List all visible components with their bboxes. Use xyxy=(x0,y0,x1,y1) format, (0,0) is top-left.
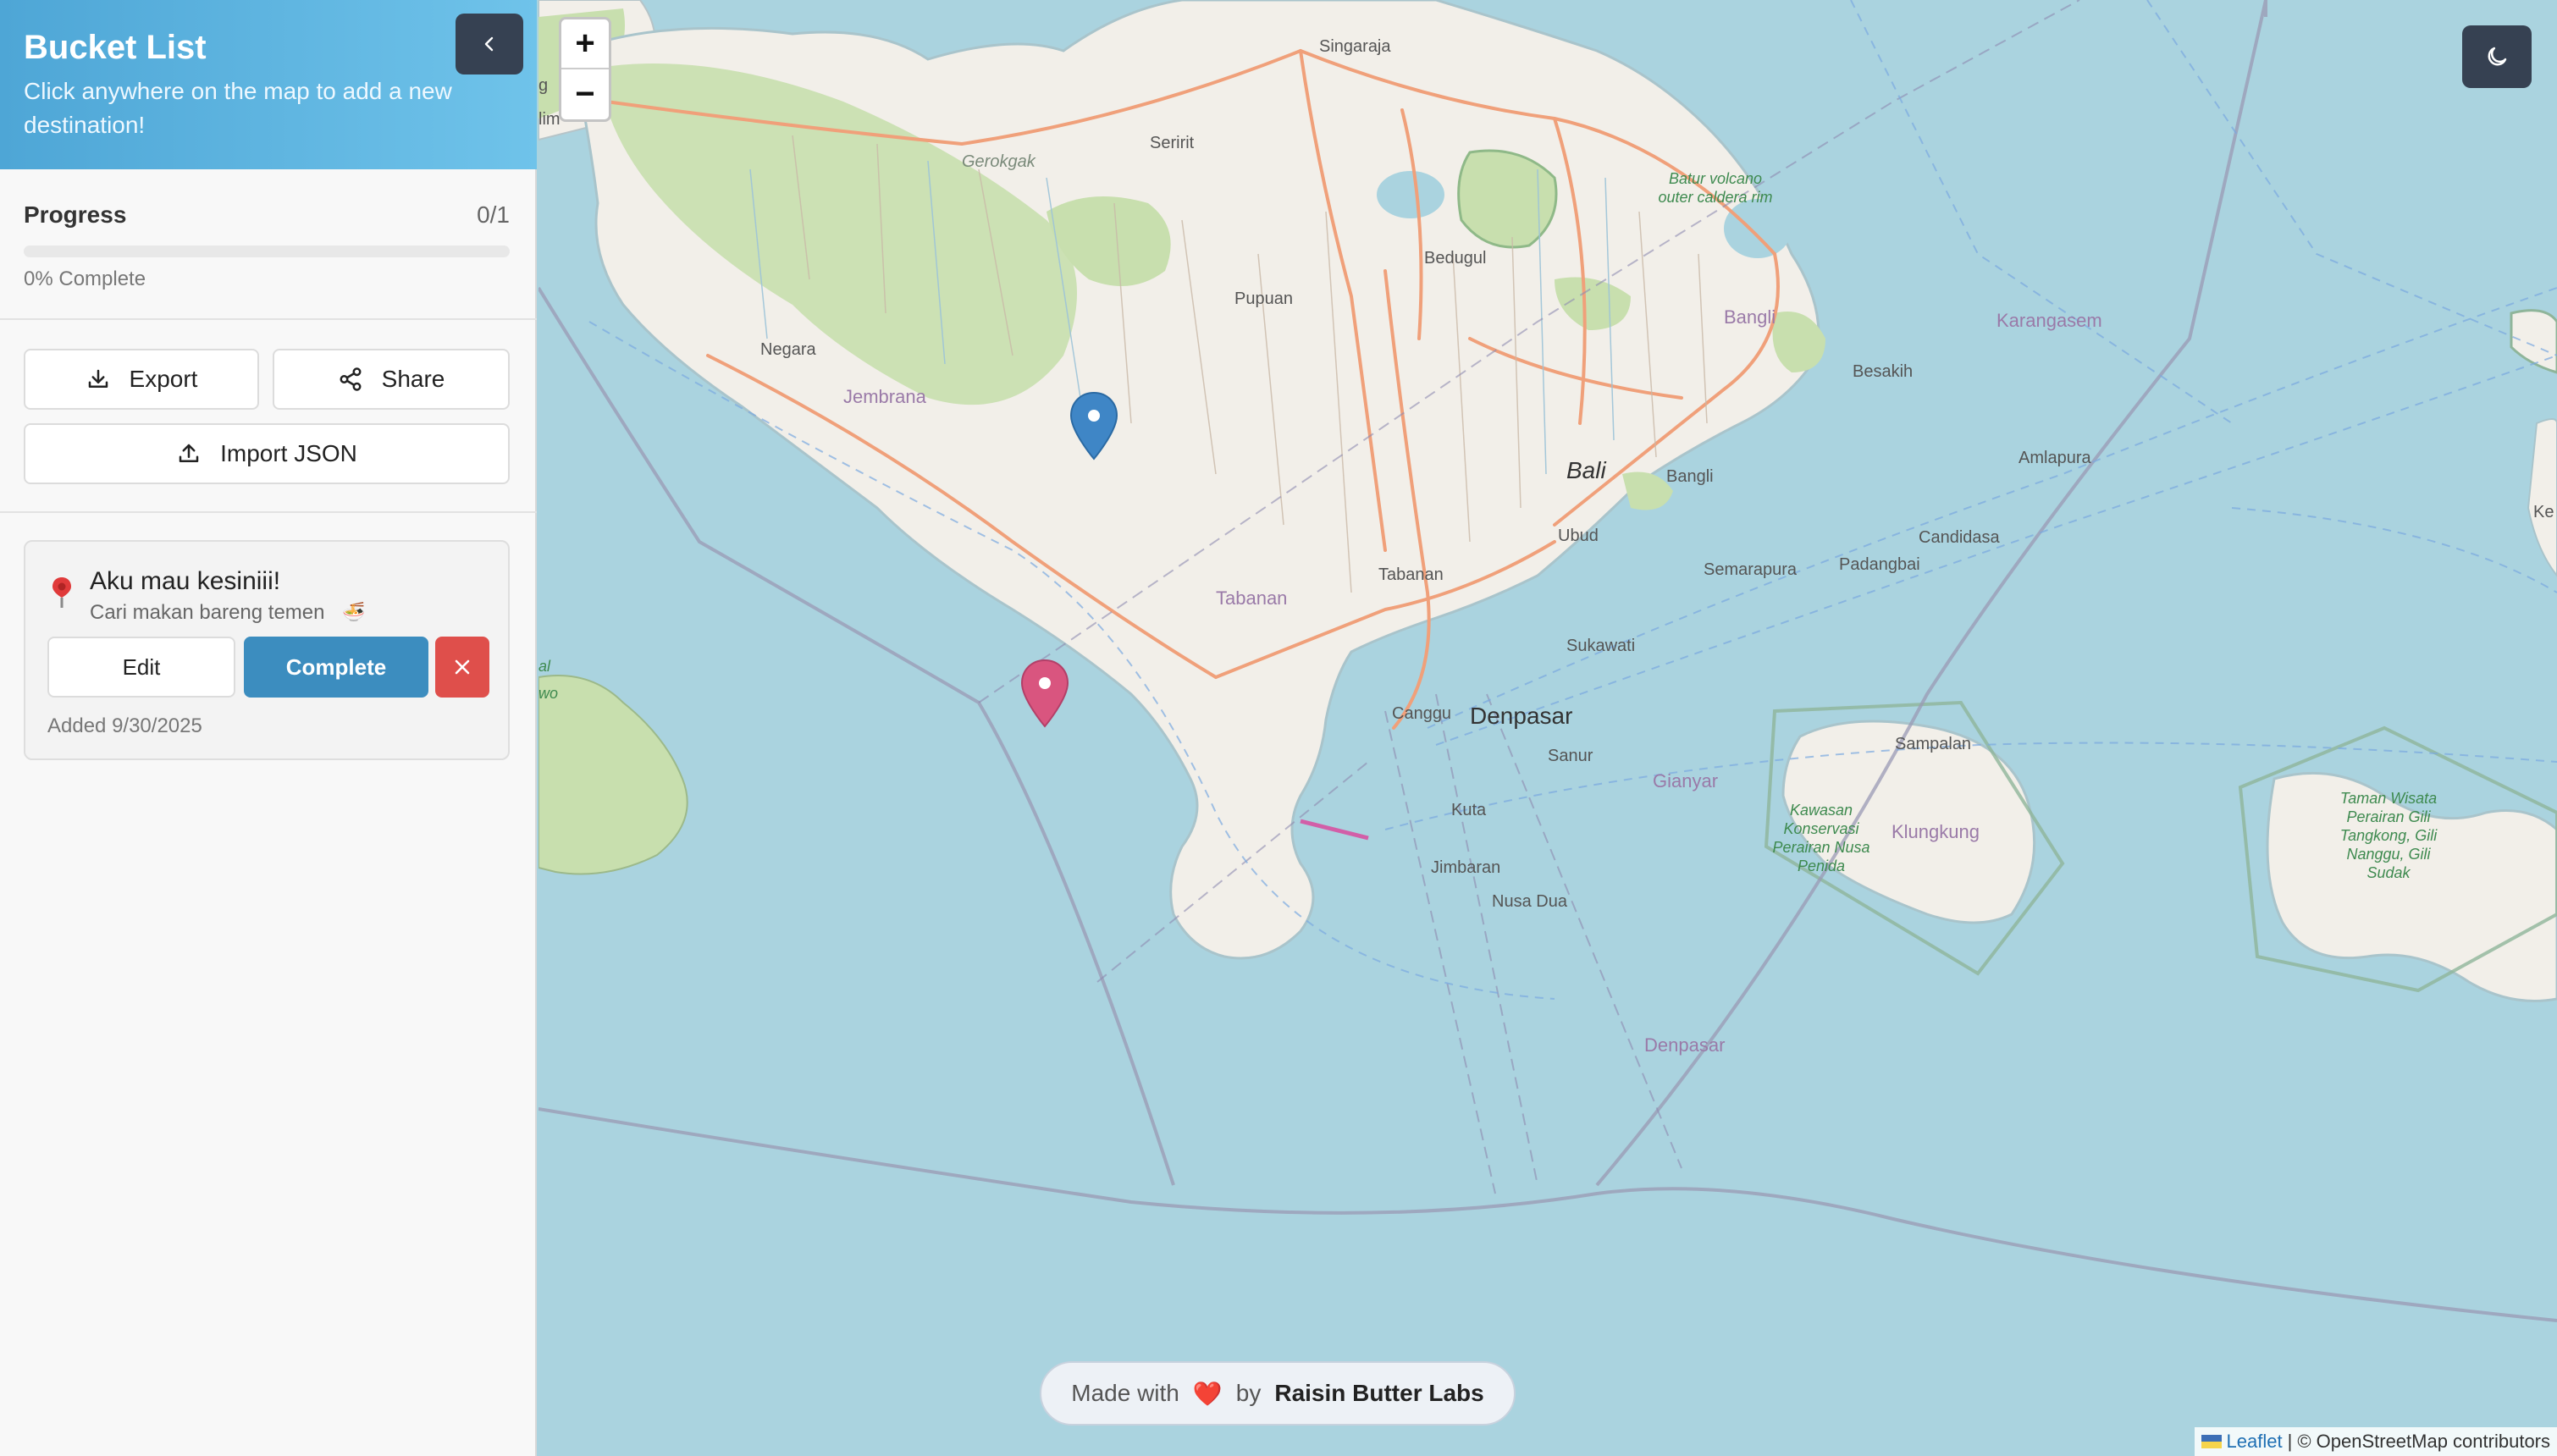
import-json-label: Import JSON xyxy=(220,440,357,466)
export-button[interactable]: Export xyxy=(24,349,259,410)
map-label-sampalan: Sampalan xyxy=(1895,735,1972,753)
map-label-gianyar: Gianyar xyxy=(1653,770,1719,791)
map-label-left-edge-3: al xyxy=(538,658,551,675)
app-title: Bucket List xyxy=(24,29,207,66)
progress-percent: 0% Complete xyxy=(24,267,146,290)
complete-button[interactable]: Complete xyxy=(244,637,428,698)
map-label-bangli-region: Bangli xyxy=(1724,306,1776,328)
map-label-denpasar-sea: Denpasar xyxy=(1644,1034,1726,1056)
zoom-out-button[interactable]: − xyxy=(561,69,609,119)
map-label-sanur: Sanur xyxy=(1548,747,1593,765)
map-label-denpasar: Denpasar xyxy=(1470,703,1573,729)
app-subtitle: Click anywhere on the map to add a new d… xyxy=(24,78,452,138)
map-label-bangli-town: Bangli xyxy=(1666,467,1714,486)
progress-bar xyxy=(24,245,510,257)
credit-prefix: Made with xyxy=(1071,1380,1179,1406)
export-label: Export xyxy=(129,366,198,392)
brand-link[interactable]: Raisin Butter Labs xyxy=(1274,1380,1483,1407)
progress-label: Progress xyxy=(24,201,127,228)
location-pin-icon xyxy=(52,577,71,608)
share-icon xyxy=(340,367,362,391)
ukraine-flag-icon xyxy=(2201,1435,2222,1448)
destination-title: Aku mau kesiniii! xyxy=(90,567,281,595)
map-label-ubud: Ubud xyxy=(1558,527,1599,545)
share-button[interactable]: Share xyxy=(273,349,510,410)
map-label-pupuan: Pupuan xyxy=(1234,290,1293,308)
upload-icon xyxy=(179,444,199,462)
map-label-besakih: Besakih xyxy=(1853,362,1914,381)
import-json-button[interactable]: Import JSON xyxy=(24,423,510,484)
food-emoji-icon: 🍜 xyxy=(342,601,366,622)
map-label-tabanan-region: Tabanan xyxy=(1216,587,1288,609)
map-label-seririt: Seririt xyxy=(1150,134,1195,152)
chevron-left-icon xyxy=(484,36,494,52)
map-label-kuta: Kuta xyxy=(1451,801,1487,819)
progress-section: Progress 0/1 0% Complete xyxy=(0,169,537,320)
edit-button[interactable]: Edit xyxy=(47,637,235,698)
map-label-canggu: Canggu xyxy=(1392,704,1452,723)
map-label-gerokgak: Gerokgak xyxy=(962,152,1036,171)
map-label-right-edge-1: Ke xyxy=(2533,503,2554,521)
credit-by: by xyxy=(1235,1380,1262,1406)
map-label-klungkung: Klungkung xyxy=(1892,821,1980,842)
destination-card[interactable]: Aku mau kesiniii! Cari makan bareng teme… xyxy=(24,540,510,760)
map-label-padangbai: Padangbai xyxy=(1839,555,1920,574)
zoom-control: + − xyxy=(559,17,611,122)
delete-button[interactable] xyxy=(435,637,489,698)
sidebar: Bucket List Click anywhere on the map to… xyxy=(0,0,537,1456)
made-with-credit[interactable]: Made with ❤️ by Raisin Butter Labs xyxy=(1040,1361,1516,1426)
map-label-nusa-dua: Nusa Dua xyxy=(1492,892,1567,911)
destination-added-date: Added 9/30/2025 xyxy=(47,714,202,737)
zoom-in-button[interactable]: + xyxy=(561,19,609,69)
map-label-bali: Bali xyxy=(1566,457,1606,483)
map-label-batur: Batur volcano outer caldera rim xyxy=(1658,170,1773,206)
download-icon xyxy=(88,369,108,388)
map-label-candidasa: Candidasa xyxy=(1919,528,2000,547)
moon-icon xyxy=(2488,47,2507,66)
destination-description: Cari makan bareng temen xyxy=(90,601,325,624)
map-label-jimbaran: Jimbaran xyxy=(1431,858,1501,877)
map[interactable]: Singaraja Seririt Gerokgak Bedugul Pupua… xyxy=(538,0,2557,1456)
map-label-left-edge-4: wo xyxy=(538,685,559,702)
collapse-sidebar-button[interactable] xyxy=(456,14,523,74)
map-label-singaraja: Singaraja xyxy=(1319,37,1391,56)
map-label-karangasem: Karangasem xyxy=(1996,310,2102,331)
share-label: Share xyxy=(381,366,445,392)
map-label-semarapura: Semarapura xyxy=(1704,560,1798,579)
map-label-left-edge-1: g xyxy=(538,76,549,95)
heart-icon: ❤️ xyxy=(1192,1380,1223,1407)
map-label-taman: Taman Wisata Perairan Gili Tangkong, Gil… xyxy=(2339,790,2438,881)
attribution-separator: | xyxy=(2287,1431,2293,1452)
progress-count: 0/1 xyxy=(477,201,510,228)
map-label-kawasan: Kawasan Konservasi Perairan Nusa Penida xyxy=(1772,802,1870,874)
map-label-jembrana: Jembrana xyxy=(843,386,926,407)
map-label-left-edge-2: lim xyxy=(538,110,561,129)
map-label-amlapura: Amlapura xyxy=(2019,449,2091,467)
sidebar-header: Bucket List Click anywhere on the map to… xyxy=(0,0,537,169)
close-icon xyxy=(455,659,470,675)
action-buttons: Export Share Import JSON xyxy=(0,320,537,513)
map-label-negara: Negara xyxy=(760,340,816,359)
theme-toggle-button[interactable] xyxy=(2462,25,2532,88)
map-label-sukawati: Sukawati xyxy=(1566,637,1636,655)
map-attribution: Leaflet | © OpenStreetMap contributors xyxy=(2194,1427,2557,1456)
map-label-tabanan-town: Tabanan xyxy=(1378,565,1444,584)
osm-attribution[interactable]: © OpenStreetMap contributors xyxy=(2297,1431,2550,1453)
leaflet-link[interactable]: Leaflet xyxy=(2227,1431,2283,1453)
map-label-bedugul: Bedugul xyxy=(1424,249,1487,267)
